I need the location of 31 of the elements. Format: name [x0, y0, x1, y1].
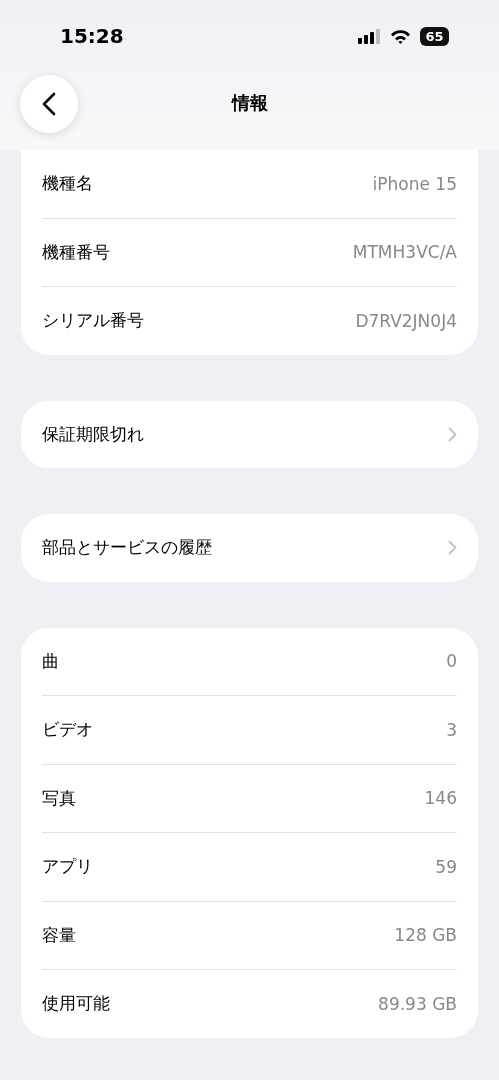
- signal-icon: [358, 29, 380, 44]
- row-value: 59: [435, 856, 457, 877]
- row-value: 3: [446, 719, 457, 740]
- row-label: 保証期限切れ: [42, 422, 144, 446]
- row-label: 機種番号: [42, 240, 110, 264]
- back-button[interactable]: [20, 75, 78, 133]
- row-value: 146: [424, 788, 457, 809]
- row-label: 写真: [42, 786, 76, 810]
- row-label: ビデオ: [42, 718, 93, 742]
- row-value: 128 GB: [394, 925, 457, 946]
- page-title: 情報: [230, 91, 269, 115]
- row-label: シリアル番号: [42, 309, 144, 333]
- back-chevron-icon: [42, 92, 56, 116]
- row-value: D7RV2JN0J4: [355, 310, 457, 331]
- chevron-icon: [448, 426, 457, 442]
- wifi-icon: [390, 29, 411, 44]
- row-label: 容量: [42, 923, 76, 947]
- row-value: MTMH3VC/A: [352, 242, 457, 263]
- chevron-icon: [448, 540, 457, 556]
- row-value: 0: [446, 651, 457, 672]
- row-value: 89.93 GB: [378, 993, 457, 1014]
- row-value: iPhone 15: [372, 173, 457, 194]
- settings-row[interactable]: 部品とサービスの履歴: [42, 514, 457, 582]
- battery-icon: 65: [420, 27, 449, 46]
- row-label: 部品とサービスの履歴: [42, 536, 212, 560]
- row-label: 使用可能: [42, 992, 110, 1016]
- settings-row[interactable]: 保証期限切れ: [42, 400, 457, 468]
- row-label: 機種名: [42, 172, 93, 196]
- row-label: アプリ: [42, 855, 93, 879]
- row-label: 曲: [42, 649, 59, 673]
- status-time: 15:28: [60, 24, 124, 48]
